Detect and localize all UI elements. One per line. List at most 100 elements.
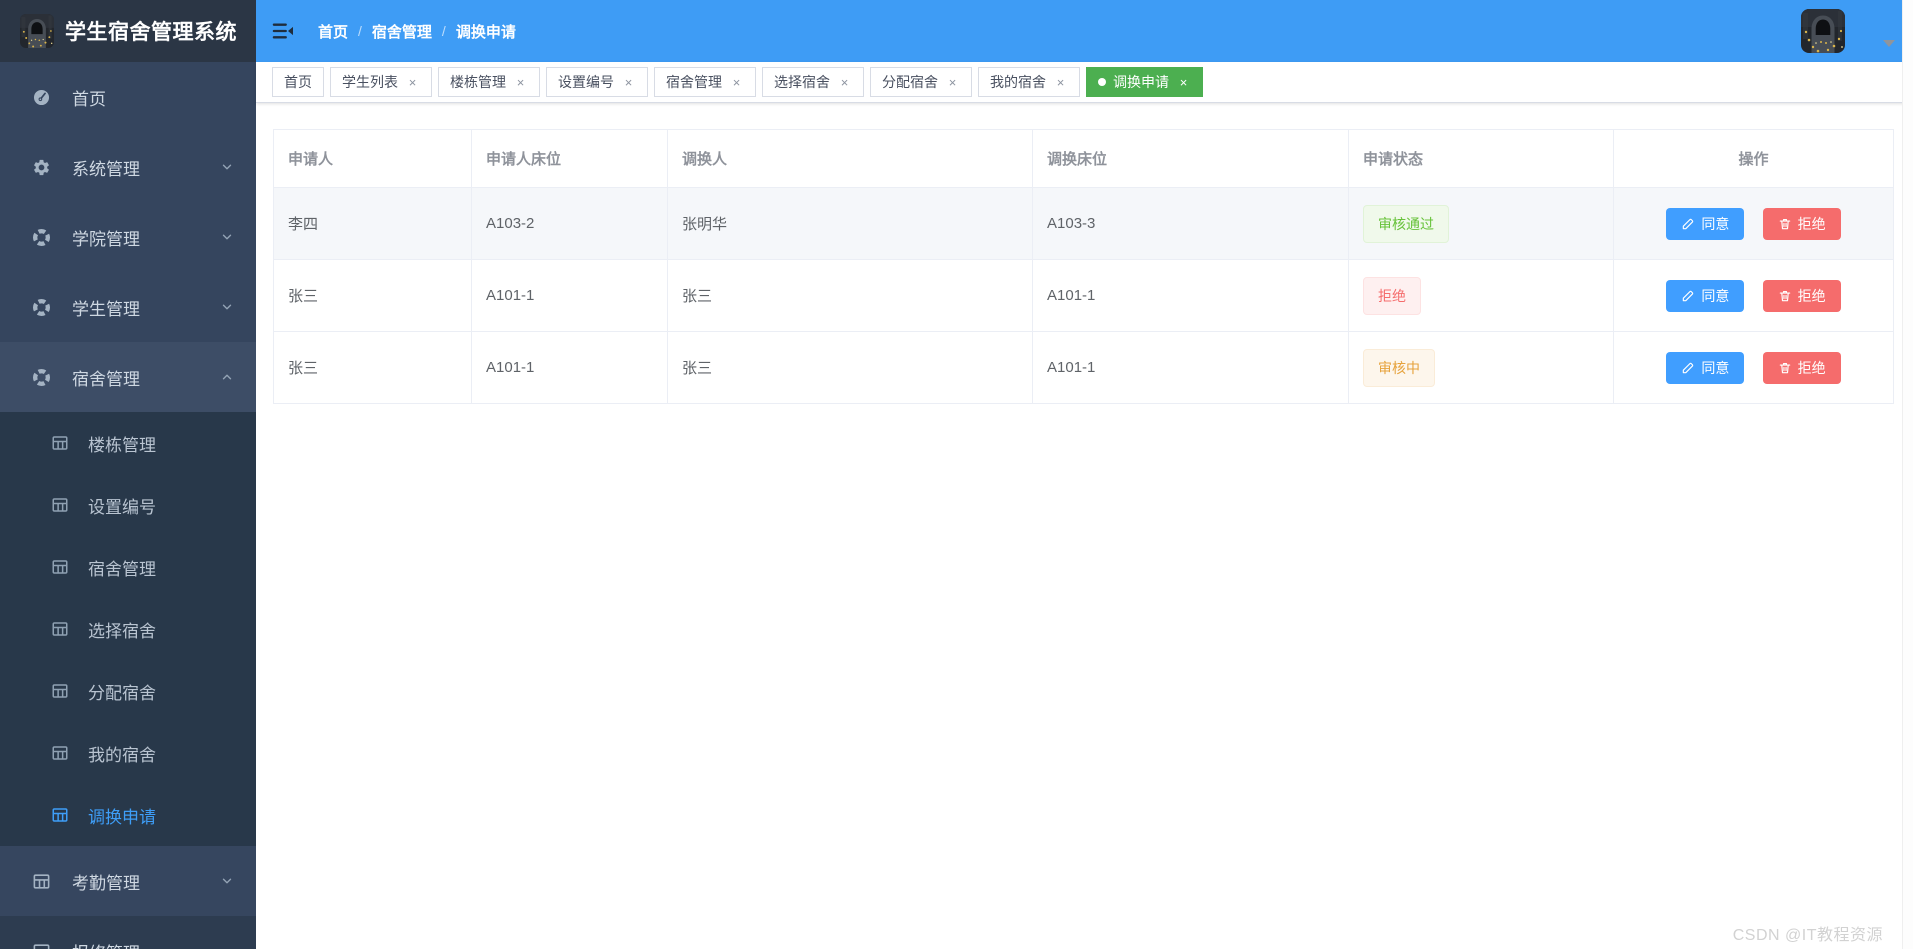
cell-swap-bed: A101-1 (1032, 259, 1349, 332)
tab-label: 我的宿舍 (990, 74, 1046, 90)
sidebar-item-label: 分配宿舍 (88, 683, 156, 703)
sidebar-submenu-dorm: 楼栋管理 设置编号 宿舍管理 选择宿舍 分配宿舍 我的宿舍 调换申请 (0, 412, 256, 846)
swap-request-table: 申请人 申请人床位 调换人 调换床位 申请状态 操作 李四 A103-2 张明华… (273, 129, 1894, 404)
sidebar-item-building-mgmt[interactable]: 楼栋管理 (0, 412, 256, 474)
pencil-icon (1681, 289, 1695, 303)
app-logo-bar: 学生宿舍管理系统 (0, 0, 256, 62)
chevron-down-icon (220, 230, 234, 244)
close-icon[interactable]: × (1053, 75, 1068, 90)
col-applicant: 申请人 (273, 129, 472, 188)
breadcrumb-separator: / (358, 23, 362, 39)
table-row: 张三 A101-1 张三 A101-1 审核中 同意 拒绝 (273, 331, 1894, 404)
chevron-down-icon (220, 300, 234, 314)
cell-swap-with: 张三 (667, 331, 1033, 404)
table-icon (51, 558, 69, 576)
cell-swap-with: 张三 (667, 259, 1033, 332)
trash-icon (1778, 217, 1792, 231)
tab-label: 选择宿舍 (774, 74, 830, 90)
table-icon (51, 496, 69, 514)
close-icon[interactable]: × (621, 75, 636, 90)
tab-label: 设置编号 (558, 74, 614, 90)
tab-dorm-mgmt[interactable]: 宿舍管理 × (654, 67, 756, 97)
approve-button[interactable]: 同意 (1666, 279, 1745, 312)
approve-button[interactable]: 同意 (1666, 351, 1745, 384)
breadcrumb-separator: / (441, 23, 446, 39)
cell-applicant-bed: A101-1 (471, 331, 668, 404)
reject-button[interactable]: 拒绝 (1762, 279, 1841, 312)
table-icon (51, 744, 69, 762)
sidebar-item-label: 首页 (72, 89, 106, 109)
cell-applicant: 张三 (273, 331, 472, 404)
status-badge: 拒绝 (1363, 276, 1421, 315)
sidebar-item-dorm-mgmt[interactable]: 宿舍管理 (0, 536, 256, 598)
watermark: CSDN @IT教程资源 (1732, 927, 1883, 944)
sidebar-item-system[interactable]: 系统管理 (0, 132, 256, 202)
sidebar-item-my-dorm[interactable]: 我的宿舍 (0, 722, 256, 784)
sidebar-item-label: 宿舍管理 (88, 559, 156, 579)
sidebar-item-label: 宿舍管理 (72, 369, 140, 389)
sidebar-item-swap-request[interactable]: 调换申请 (0, 784, 256, 846)
trash-icon (1778, 361, 1792, 375)
tab-home[interactable]: 首页 (272, 67, 324, 97)
sidebar-item-label: 学生管理 (72, 299, 140, 319)
close-icon[interactable]: × (837, 75, 852, 90)
table-icon (32, 872, 51, 891)
tabs-bar: 首页 学生列表 × 楼栋管理 × 设置编号 × 宿舍管理 × 选择宿舍 × 分配… (256, 62, 1913, 103)
cell-applicant: 张三 (273, 259, 472, 332)
tab-swap-request[interactable]: 调换申请 × (1086, 67, 1203, 97)
tab-my-dorm[interactable]: 我的宿舍 × (978, 67, 1080, 97)
tab-label: 分配宿舍 (882, 74, 938, 90)
sidebar-item-home[interactable]: 首页 (0, 62, 256, 132)
sidebar-item-attendance[interactable]: 考勤管理 (0, 846, 256, 916)
scrollbar[interactable] (1902, 0, 1913, 949)
col-status: 申请状态 (1348, 129, 1614, 188)
sidebar-item-choose-dorm[interactable]: 选择宿舍 (0, 598, 256, 660)
tab-student-list[interactable]: 学生列表 × (330, 67, 432, 97)
cell-swap-bed: A103-3 (1032, 187, 1349, 260)
breadcrumb-current: 调换申请 (455, 23, 516, 41)
sidebar-item-college[interactable]: 学院管理 (0, 202, 256, 272)
close-icon[interactable]: × (945, 75, 960, 90)
tab-label: 首页 (284, 74, 312, 90)
sidebar-menu: 首页 系统管理 学院管理 学生管理 宿舍管理 楼栋管理 设置编号 宿舍管理 选择… (0, 62, 256, 949)
sidebar-item-set-number[interactable]: 设置编号 (0, 474, 256, 536)
tab-choose-dorm[interactable]: 选择宿舍 × (762, 67, 864, 97)
user-dropdown-caret-icon[interactable] (1883, 40, 1895, 47)
buoy-icon (32, 298, 51, 317)
sidebar-item-dorm[interactable]: 宿舍管理 (0, 342, 256, 412)
breadcrumb-dorm-mgmt[interactable]: 宿舍管理 (372, 21, 432, 42)
reject-button[interactable]: 拒绝 (1762, 351, 1841, 384)
reject-button[interactable]: 拒绝 (1762, 207, 1841, 240)
chevron-up-icon (220, 370, 234, 384)
close-icon[interactable]: × (1176, 75, 1191, 90)
tab-building-mgmt[interactable]: 楼栋管理 × (438, 67, 540, 97)
tab-assign-dorm[interactable]: 分配宿舍 × (870, 67, 972, 97)
breadcrumb-home[interactable]: 首页 (318, 21, 348, 42)
buoy-icon (32, 228, 51, 247)
sidebar-item-label: 选择宿舍 (88, 621, 156, 641)
tab-label: 宿舍管理 (666, 74, 722, 90)
app-logo (20, 14, 54, 48)
breadcrumb: 首页 / 宿舍管理 / 调换申请 (318, 21, 516, 42)
col-swap-bed: 调换床位 (1032, 129, 1349, 188)
buoy-icon (32, 368, 51, 387)
top-header: 首页 / 宿舍管理 / 调换申请 (256, 0, 1913, 62)
status-badge: 审核中 (1363, 348, 1435, 387)
sidebar-item-repair[interactable]: 报修管理 (0, 916, 256, 949)
sidebar-item-label: 我的宿舍 (88, 745, 156, 765)
close-icon[interactable]: × (405, 75, 420, 90)
approve-button[interactable]: 同意 (1666, 207, 1745, 240)
sidebar-item-student[interactable]: 学生管理 (0, 272, 256, 342)
table-icon (51, 620, 69, 638)
status-badge: 审核通过 (1363, 204, 1449, 243)
hamburger-icon[interactable] (272, 21, 294, 41)
cell-applicant-bed: A101-1 (471, 259, 668, 332)
avatar-image (1801, 9, 1845, 53)
tab-set-number[interactable]: 设置编号 × (546, 67, 648, 97)
tab-label: 楼栋管理 (450, 74, 506, 90)
close-icon[interactable]: × (729, 75, 744, 90)
sidebar-item-assign-dorm[interactable]: 分配宿舍 (0, 660, 256, 722)
avatar[interactable] (1801, 9, 1845, 53)
close-icon[interactable]: × (513, 75, 528, 90)
sidebar-item-label: 设置编号 (88, 497, 156, 517)
